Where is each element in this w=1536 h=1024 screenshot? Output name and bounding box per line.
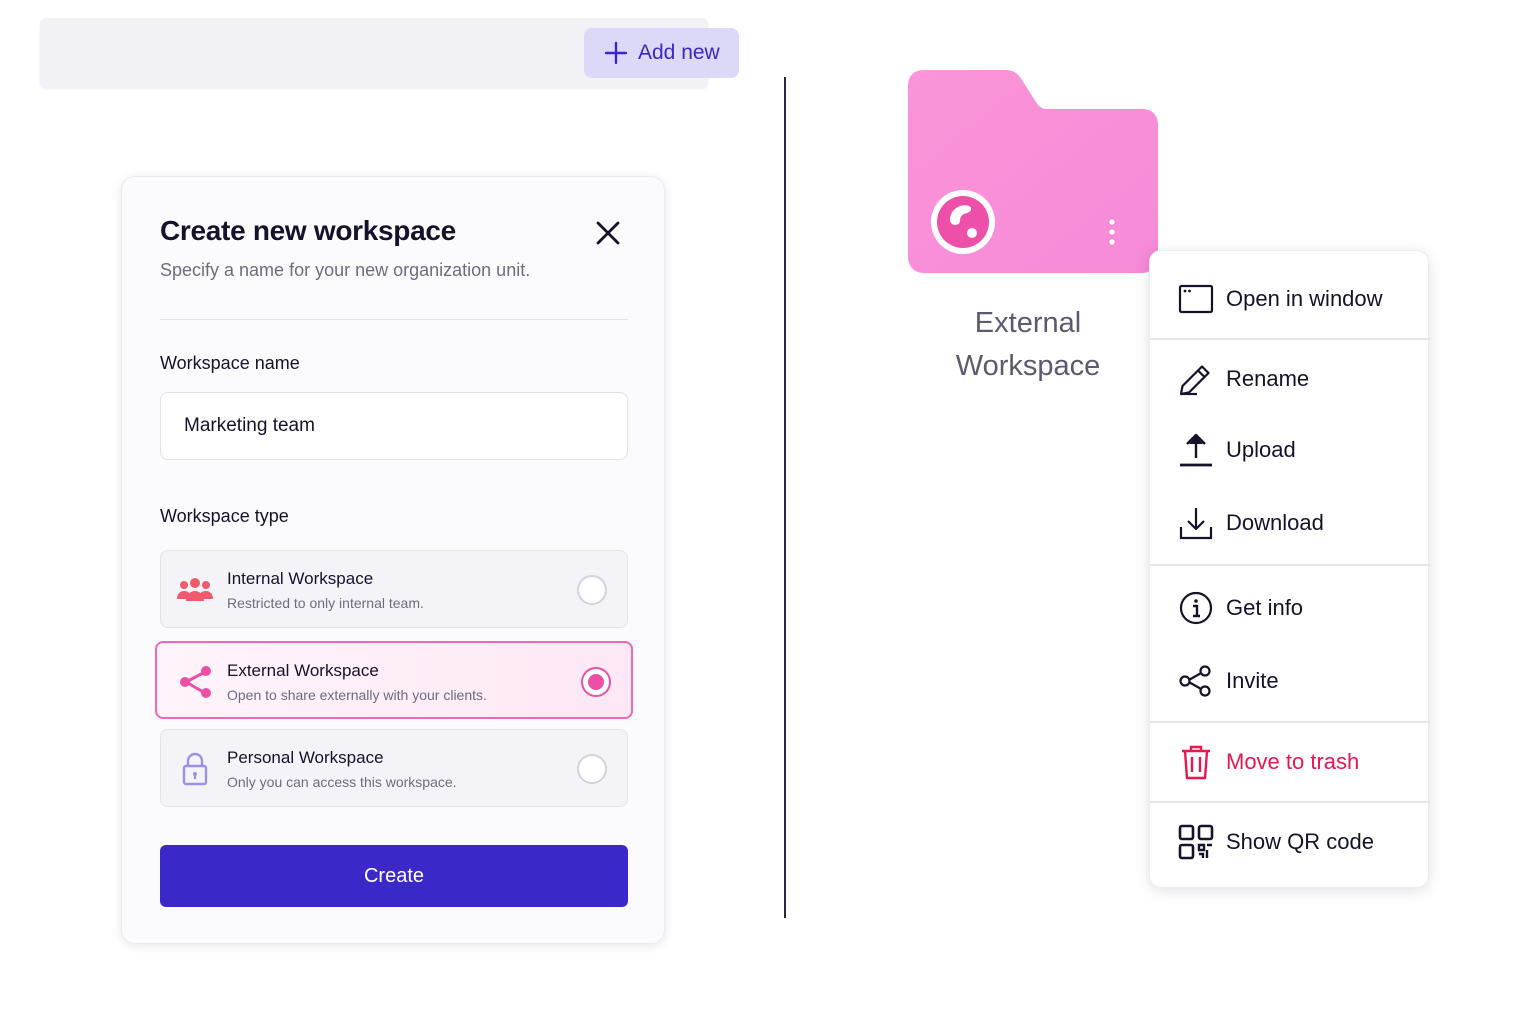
option-title: Internal Workspace: [227, 569, 374, 588]
lock-icon: [182, 752, 208, 786]
modal-divider: [160, 319, 628, 320]
info-icon: [1179, 591, 1213, 625]
option-external-workspace[interactable]: External Workspace Open to share externa…: [155, 641, 633, 719]
menu-item-label: Show QR code: [1226, 829, 1374, 854]
add-new-label: Add new: [638, 41, 720, 64]
workspace-type-label: Workspace type: [160, 506, 289, 526]
option-title: Personal Workspace: [227, 748, 384, 767]
radio-internal[interactable]: [577, 575, 607, 605]
menu-item-upload[interactable]: Upload: [1150, 418, 1430, 482]
radio-external[interactable]: [581, 667, 611, 697]
menu-item-show-qr-code[interactable]: Show QR code: [1150, 810, 1430, 874]
option-description: Open to share externally with your clien…: [227, 687, 487, 703]
download-icon: [1179, 508, 1213, 540]
share-icon: [1179, 665, 1211, 697]
folder-icon[interactable]: [908, 70, 1158, 275]
folder-name: External Workspace: [955, 307, 1101, 382]
share-icon: [180, 666, 211, 698]
radio-personal[interactable]: [577, 754, 607, 784]
menu-item-open-in-window[interactable]: Open in window: [1150, 267, 1430, 331]
option-description: Restricted to only internal team.: [227, 595, 424, 611]
menu-separator: [1150, 721, 1430, 723]
option-personal-workspace[interactable]: Personal Workspace Only you can access t…: [160, 729, 628, 807]
menu-separator: [1150, 564, 1430, 566]
app-canvas: Add new Create new workspace Specify a n…: [0, 0, 1536, 1024]
option-description: Only you can access this workspace.: [227, 774, 457, 790]
vertical-divider: [784, 77, 786, 918]
menu-item-label: Invite: [1226, 668, 1279, 693]
menu-separator: [1150, 338, 1430, 340]
trash-icon: [1182, 745, 1210, 780]
modal-title: Create new workspace: [160, 215, 456, 246]
workspace-name-input[interactable]: [160, 392, 628, 460]
menu-item-move-to-trash[interactable]: Move to trash: [1150, 730, 1430, 794]
menu-item-rename[interactable]: Rename: [1150, 347, 1430, 411]
workspace-name-label: Workspace name: [160, 353, 300, 373]
workspace-logo-icon: [931, 190, 995, 254]
upload-icon: [1180, 433, 1212, 467]
modal-subtitle: Specify a name for your new organization…: [160, 260, 531, 280]
option-internal-workspace[interactable]: Internal Workspace Restricted to only in…: [160, 550, 628, 628]
more-options-icon[interactable]: [1109, 219, 1115, 245]
menu-item-label: Move to trash: [1226, 749, 1360, 774]
menu-item-label: Open in window: [1226, 286, 1383, 311]
context-menu: Open in window Rename Upload Download Ge…: [1149, 250, 1430, 888]
menu-item-get-info[interactable]: Get info: [1150, 576, 1430, 640]
team-icon: [177, 578, 213, 601]
plus-icon: [604, 41, 628, 65]
pencil-icon: [1179, 365, 1210, 396]
window-icon: [1178, 284, 1214, 314]
add-new-button[interactable]: Add new: [584, 28, 739, 78]
top-toolbar: Add new: [40, 18, 739, 88]
close-icon[interactable]: [594, 219, 622, 247]
menu-item-label: Upload: [1226, 437, 1296, 462]
create-workspace-modal: Create new workspace Specify a name for …: [121, 176, 665, 944]
option-title: External Workspace: [227, 661, 379, 680]
menu-item-label: Get info: [1226, 595, 1304, 620]
menu-item-label: Download: [1226, 510, 1324, 535]
menu-separator: [1150, 801, 1430, 803]
menu-item-invite[interactable]: Invite: [1150, 649, 1430, 713]
qr-code-icon: [1178, 824, 1214, 860]
menu-item-label: Rename: [1226, 366, 1310, 391]
menu-item-download[interactable]: Download: [1150, 491, 1430, 555]
create-button[interactable]: Create: [160, 845, 628, 907]
